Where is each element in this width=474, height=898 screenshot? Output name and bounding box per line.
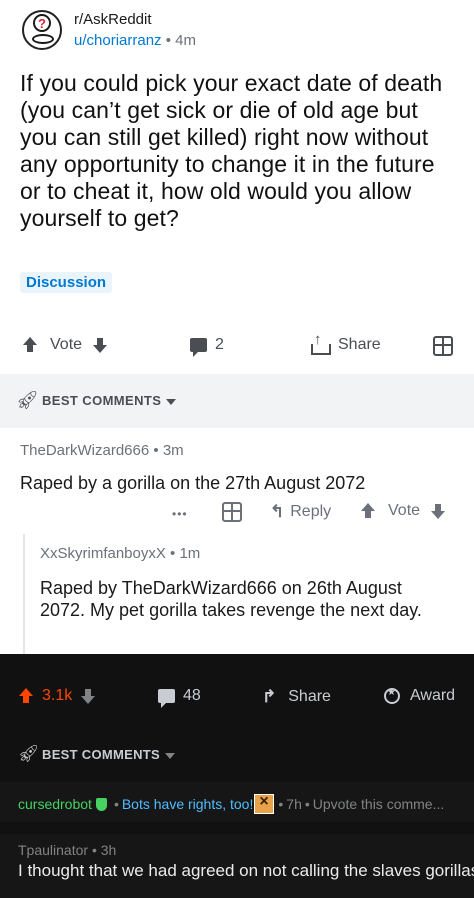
comment-meta: XxSkyrimfanboyxX • 1m	[40, 543, 440, 565]
comment-author[interactable]: XxSkyrimfanboyxX	[40, 545, 166, 562]
comment-meta: Tpaulinator • 3h	[18, 842, 116, 858]
gift-icon	[222, 502, 242, 522]
comment-body: Raped by a gorilla on the 27th August 20…	[20, 473, 366, 493]
post-meta: u/choriarranz • 4m	[74, 30, 196, 52]
comment-age: 7h	[286, 796, 302, 812]
post-author[interactable]: u/choriarranz	[74, 32, 162, 49]
sort-label: BEST COMMENTS	[42, 393, 177, 408]
meta-separator: •	[304, 796, 310, 812]
post-title[interactable]: If you could pick your exact date of dea…	[20, 70, 450, 232]
comment-age: 3h	[100, 842, 117, 858]
subreddit-avatar[interactable]: ?	[22, 10, 62, 50]
post-header: ? r/AskReddit u/choriarranz • 4m	[22, 10, 196, 52]
sort-bar[interactable]: 🚀︎ BEST COMMENTS	[0, 374, 474, 428]
comments-button[interactable]: 48	[158, 687, 201, 708]
comment-author[interactable]: cursedrobot	[18, 796, 92, 812]
comment-age: 3m	[162, 442, 184, 459]
comment-bubble-icon	[190, 338, 207, 357]
award-icon	[384, 687, 400, 704]
vote-label: Vote	[388, 502, 421, 519]
comments-count: 2	[215, 336, 224, 353]
share-label: Share	[338, 336, 381, 353]
comment: Tpaulinator • 3h I thought that we had a…	[0, 834, 474, 898]
gift-icon	[433, 336, 453, 356]
comment-author[interactable]: Tpaulinator	[18, 842, 88, 858]
post-flair[interactable]: Discussion	[20, 272, 113, 293]
rocket-icon: 🚀︎	[18, 744, 40, 763]
award-label: Award	[410, 687, 456, 704]
meta-separator: •	[278, 796, 284, 812]
post-action-bar: 3.1k 48 ↰ Share Award	[0, 684, 474, 714]
upvote-icon[interactable]	[360, 503, 376, 519]
rocket-icon: 🚀︎	[16, 390, 39, 410]
reply-icon: ↰	[270, 502, 285, 521]
share-label: Share	[288, 688, 331, 705]
sort-label: BEST COMMENTS	[42, 747, 176, 762]
light-post-screen: ? r/AskReddit u/choriarranz • 4m If you …	[0, 0, 474, 654]
comment-action-bar: ••• ↰ Reply Vote	[0, 500, 474, 524]
post-age: 4m	[175, 32, 196, 49]
upvote-icon[interactable]	[18, 688, 34, 704]
meta-separator: •	[91, 842, 101, 858]
upvote-icon[interactable]	[22, 337, 38, 353]
dark-post-screen: 3.1k 48 ↰ Share Award 🚀︎ BEST COMMENTS c…	[0, 654, 474, 898]
comment-body: Raped by TheDarkWizard666 on 26th August…	[40, 578, 422, 620]
downvote-icon[interactable]	[430, 503, 446, 519]
user-flair: Bots have rights, too!	[121, 796, 254, 812]
meta-separator: •	[165, 32, 176, 49]
reply-button[interactable]: ↰ Reply	[270, 502, 331, 522]
award-button[interactable]	[433, 336, 453, 356]
share-arrow-icon: ↰	[262, 687, 277, 706]
comment: TheDarkWizard666 • 3m Raped by a gorilla…	[20, 440, 460, 494]
meta-separator: •	[113, 796, 119, 812]
vote-label: Vote	[50, 336, 83, 353]
subreddit-name[interactable]: r/AskReddit	[74, 10, 196, 30]
reply-label: Reply	[290, 503, 332, 520]
share-button[interactable]: Share	[310, 331, 381, 355]
comment-preview: Upvote this comme...	[312, 796, 445, 812]
snoo-icon	[32, 34, 54, 44]
meta-separator: •	[153, 442, 163, 459]
vote-control: Vote	[22, 336, 108, 354]
comment-age: 1m	[179, 545, 201, 562]
vote-control: 3.1k	[18, 687, 96, 705]
comment-author[interactable]: TheDarkWizard666	[20, 442, 149, 459]
comment-award-button[interactable]	[222, 502, 242, 522]
comment-bubble-icon	[158, 689, 175, 708]
caret-down-icon	[165, 752, 176, 759]
cat-emoji-icon	[254, 793, 275, 814]
comments-count: 48	[183, 687, 201, 704]
question-mark-icon: ?	[33, 14, 51, 32]
downvote-icon[interactable]	[92, 337, 108, 353]
thread-line[interactable]	[23, 534, 25, 654]
comment-body: I thought that we had agreed on not call…	[18, 861, 474, 880]
sort-bar[interactable]: 🚀︎ BEST COMMENTS	[0, 734, 474, 774]
share-icon	[310, 331, 331, 355]
comment-meta: TheDarkWizard666 • 3m	[20, 440, 460, 462]
reply-comment: XxSkyrimfanboyxX • 1m Raped by TheDarkWi…	[40, 543, 440, 621]
post-action-bar: Vote 2 Share	[0, 330, 474, 366]
comment-vote-control: Vote	[360, 502, 446, 520]
score: 3.1k	[42, 687, 73, 704]
share-button[interactable]: ↰ Share	[262, 687, 331, 707]
downvote-icon[interactable]	[80, 688, 96, 704]
bot-comment[interactable]: cursedrobot • Bots have rights, too! • 7…	[0, 782, 474, 822]
caret-down-icon	[166, 398, 177, 405]
award-button[interactable]: Award	[384, 687, 455, 705]
more-options-button[interactable]: •••	[172, 507, 188, 521]
mod-shield-icon	[95, 797, 107, 811]
comments-button[interactable]: 2	[190, 336, 224, 357]
